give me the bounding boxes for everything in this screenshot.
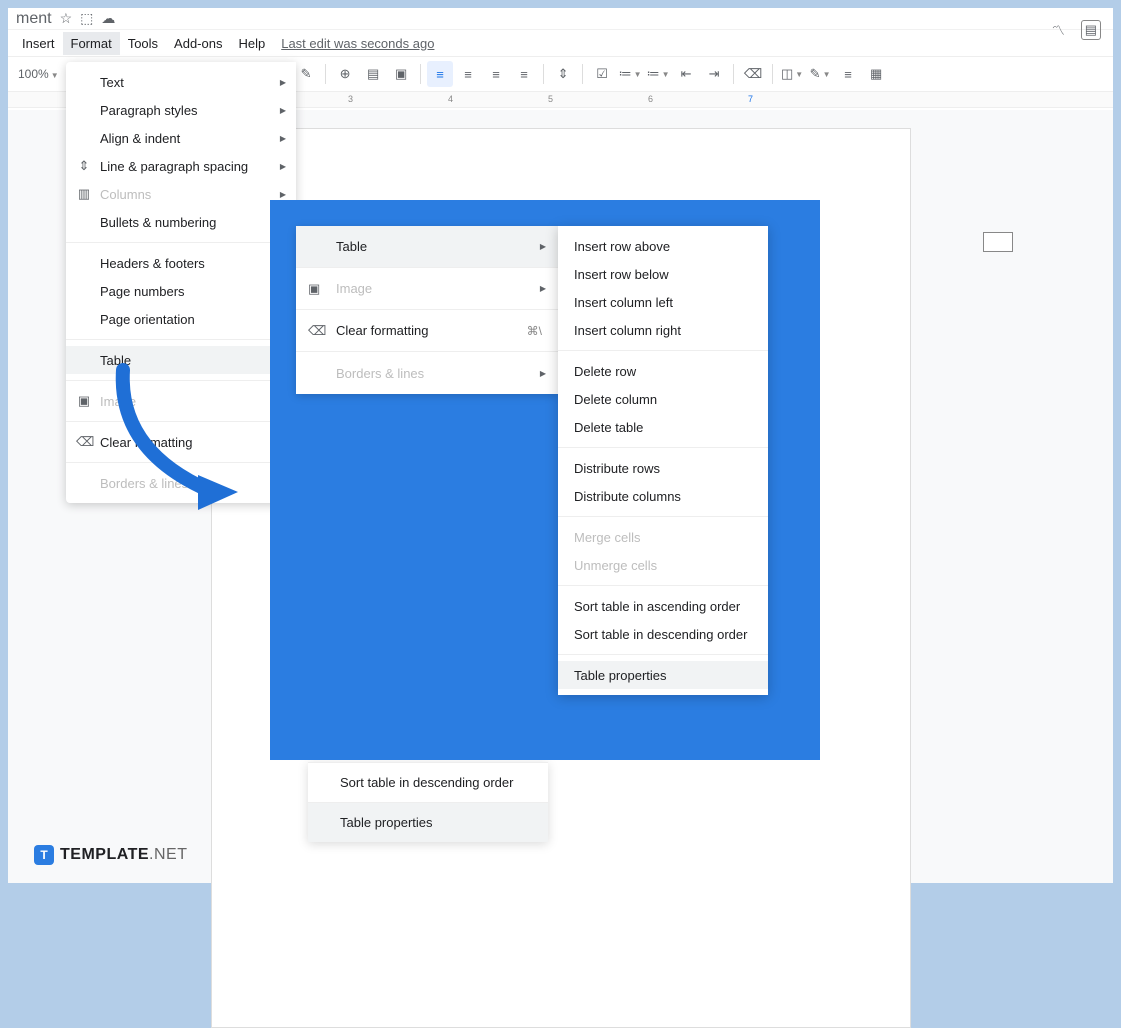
highlight-frame: Table ▣Image ⌫Clear formatting⌘\ Borders… [270,200,820,760]
clear-format-icon: ⌫ [76,434,92,450]
menu-help[interactable]: Help [230,32,273,55]
popup-clear-formatting[interactable]: ⌫Clear formatting⌘\ [296,310,558,352]
logo-badge-icon: T [34,845,54,865]
move-icon[interactable]: ⬚ [80,10,93,27]
format-table[interactable]: Table [66,346,296,374]
menu-format[interactable]: Format [63,32,120,55]
fill-color-button[interactable]: ✎▼ [807,61,833,87]
distribute-rows[interactable]: Distribute rows [558,454,768,482]
popup-borders-lines[interactable]: Borders & lines [296,352,558,394]
table-cell-indicator [983,232,1013,252]
insert-row-above[interactable]: Insert row above [558,232,768,260]
star-icon[interactable]: ☆ [60,10,73,27]
format-columns[interactable]: ▥Columns [66,180,296,208]
outdent-button[interactable]: ⇤ [673,61,699,87]
distribute-columns[interactable]: Distribute columns [558,482,768,510]
format-headers-footers[interactable]: Headers & footers [66,249,296,277]
delete-row[interactable]: Delete row [558,357,768,385]
checklist-button[interactable]: ☑ [589,61,615,87]
unmerge-cells[interactable]: Unmerge cells [558,551,768,579]
merge-cells[interactable]: Merge cells [558,523,768,551]
format-align-indent[interactable]: Align & indent [66,124,296,152]
menu-bar: Insert Format Tools Add-ons Help Last ed… [8,30,1113,56]
link-button[interactable]: ⊕ [332,61,358,87]
image-button[interactable]: ▣ [388,61,414,87]
insert-row-below[interactable]: Insert row below [558,260,768,288]
google-docs-app: ment ☆ ⬚ ☁ 〽 ▤ Insert Format Tools Add-o… [8,8,1113,883]
clear-format-button[interactable]: ⌫ [740,61,766,87]
template-net-logo: T TEMPLATE.NET [34,845,187,865]
format-page-orientation[interactable]: Page orientation [66,305,296,333]
image-icon: ▣ [308,281,320,297]
numbered-list-button[interactable]: ≔▼ [645,61,671,87]
format-borders-lines[interactable]: Borders & lines [66,469,296,497]
delete-table[interactable]: Delete table [558,413,768,441]
highlight-button[interactable]: ✎ [293,61,319,87]
sort-descending[interactable]: Sort table in descending order [558,620,768,648]
menu-addons[interactable]: Add-ons [166,32,230,55]
bullet-list-button[interactable]: ≔▼ [617,61,643,87]
zoom-select[interactable]: 100%▼ [14,67,63,81]
sort-ascending[interactable]: Sort table in ascending order [558,592,768,620]
image-icon: ▣ [76,393,92,409]
table-submenu: Insert row above Insert row below Insert… [558,226,768,695]
border-style-button[interactable]: ▦ [863,61,889,87]
format-bullets[interactable]: Bullets & numbering [66,208,296,236]
menu-insert[interactable]: Insert [14,32,63,55]
border-color-button[interactable]: ◫▼ [779,61,805,87]
insert-column-left[interactable]: Insert column left [558,288,768,316]
bg-sort-desc[interactable]: Sort table in descending order [308,762,548,802]
title-bar: ment ☆ ⬚ ☁ [8,8,1113,30]
popup-table[interactable]: Table [296,226,558,268]
clear-format-icon: ⌫ [308,323,326,339]
line-spacing-icon: ⇕ [76,158,92,174]
line-spacing-button[interactable]: ⇕ [550,61,576,87]
last-edit-link[interactable]: Last edit was seconds ago [281,36,434,51]
format-text[interactable]: Text [66,68,296,96]
border-width-button[interactable]: ≡ [835,61,861,87]
align-center-button[interactable]: ≡ [455,61,481,87]
comment-button[interactable]: ▤ [360,61,386,87]
format-clear-formatting[interactable]: ⌫Clear formatting [66,428,296,456]
title-icons: ☆ ⬚ ☁ [60,10,116,27]
cloud-icon[interactable]: ☁ [101,10,115,27]
popup-image[interactable]: ▣Image [296,268,558,310]
table-submenu-background: Sort table in descending order Table pro… [308,762,548,842]
bg-table-properties[interactable]: Table properties [308,802,548,842]
doc-title[interactable]: ment [16,10,52,28]
indent-button[interactable]: ⇥ [701,61,727,87]
columns-icon: ▥ [76,186,92,202]
format-paragraph-styles[interactable]: Paragraph styles [66,96,296,124]
insert-column-right[interactable]: Insert column right [558,316,768,344]
format-page-numbers[interactable]: Page numbers [66,277,296,305]
table-properties[interactable]: Table properties [558,661,768,689]
align-right-button[interactable]: ≡ [483,61,509,87]
delete-column[interactable]: Delete column [558,385,768,413]
format-dropdown-zoomed: Table ▣Image ⌫Clear formatting⌘\ Borders… [296,226,558,394]
format-line-spacing[interactable]: ⇕Line & paragraph spacing [66,152,296,180]
format-dropdown: Text Paragraph styles Align & indent ⇕Li… [66,62,296,503]
menu-tools[interactable]: Tools [120,32,166,55]
align-justify-button[interactable]: ≡ [511,61,537,87]
format-image[interactable]: ▣Image [66,387,296,415]
align-left-button[interactable]: ≡ [427,61,453,87]
